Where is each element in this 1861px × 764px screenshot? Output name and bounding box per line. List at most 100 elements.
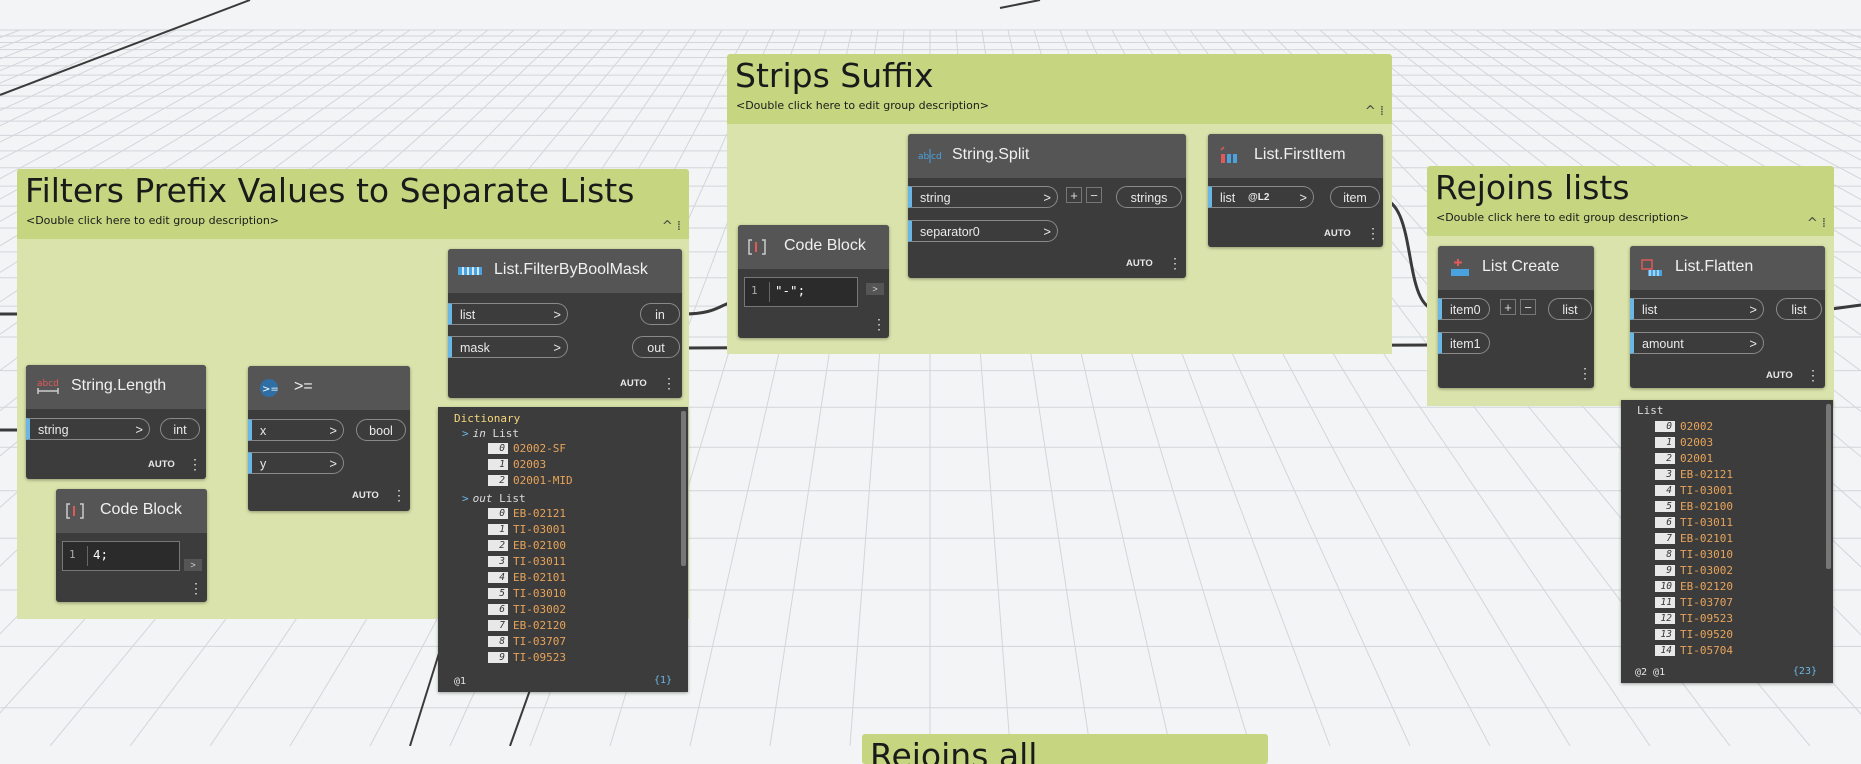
- lacing-label[interactable]: AUTO: [1324, 228, 1351, 239]
- chevron-right-icon: >: [553, 307, 561, 322]
- list-item: 3 EB-02121: [1655, 468, 1733, 482]
- output-port-int[interactable]: int: [160, 418, 200, 440]
- line-number: 1: [69, 548, 76, 561]
- group-description[interactable]: <Double click here to edit group descrip…: [26, 214, 279, 227]
- output-port-arrow[interactable]: >: [184, 559, 202, 571]
- input-port-mask[interactable]: mask >: [448, 336, 568, 358]
- input-port-list[interactable]: list >: [448, 303, 568, 325]
- preview-scrollbar[interactable]: [681, 411, 686, 566]
- more-options-icon[interactable]: ⋮: [189, 581, 203, 595]
- list-item: 2 EB-02100: [488, 539, 566, 553]
- lacing-label[interactable]: AUTO: [352, 490, 379, 501]
- node-title: String.Length: [71, 377, 167, 394]
- output-port-list[interactable]: list: [1776, 298, 1822, 320]
- node-list-flatten[interactable]: List.Flatten list > amount > list AUTO ⋮: [1630, 246, 1825, 388]
- comparison-icon: >=: [260, 379, 279, 397]
- input-port-amount[interactable]: amount >: [1630, 332, 1764, 354]
- lacing-label[interactable]: AUTO: [148, 459, 175, 470]
- node-string-split[interactable]: ab cd String.Split string > separator0 > + …: [908, 134, 1186, 278]
- input-port-list[interactable]: list >: [1630, 298, 1764, 320]
- list-item: 1 02003: [488, 458, 546, 472]
- list-item: 3 TI-03011: [488, 555, 566, 569]
- node-greater-equal[interactable]: >= >= x > y > bool AUTO ⋮: [248, 366, 410, 511]
- node-code-block-4[interactable]: Code Block 1 4; > ⋮: [56, 489, 207, 602]
- input-port-separator0[interactable]: separator0 >: [908, 220, 1058, 242]
- input-port-list[interactable]: list @L2 >: [1208, 186, 1314, 208]
- add-input-button[interactable]: +: [1500, 299, 1516, 315]
- input-port-x[interactable]: x >: [248, 419, 344, 441]
- lacing-label[interactable]: AUTO: [620, 378, 647, 389]
- output-port-strings[interactable]: strings: [1116, 186, 1182, 208]
- group-rejoins-all[interactable]: Rejoins all: [862, 734, 1268, 764]
- input-port-string[interactable]: string >: [26, 418, 150, 440]
- list-item: 12 TI-09523: [1655, 612, 1733, 626]
- svg-text:ab: ab: [918, 152, 930, 162]
- input-port-string[interactable]: string >: [908, 186, 1058, 208]
- output-port-list[interactable]: list: [1548, 298, 1592, 320]
- group-collapse-icon[interactable]: ^ ⁞: [1365, 104, 1384, 119]
- more-options-icon[interactable]: ⋮: [188, 457, 202, 471]
- output-port-bool[interactable]: bool: [356, 419, 406, 441]
- node-title: String.Split: [952, 146, 1030, 163]
- group-description[interactable]: <Double click here to edit group descrip…: [736, 99, 989, 112]
- output-port-out[interactable]: out: [632, 336, 680, 358]
- lacing-label[interactable]: AUTO: [1766, 370, 1793, 381]
- node-list-first-item[interactable]: List.FirstItem list @L2 > item AUTO ⋮: [1208, 134, 1383, 247]
- more-options-icon[interactable]: ⋮: [1578, 366, 1592, 380]
- code-editor[interactable]: 1 "-";: [744, 277, 858, 307]
- node-title: List Create: [1482, 258, 1560, 275]
- dict-key-row[interactable]: > out List: [462, 492, 526, 506]
- group-collapse-icon[interactable]: ^ ⁞: [662, 219, 681, 234]
- add-input-button[interactable]: +: [1066, 187, 1082, 203]
- node-code-block-dash[interactable]: Code Block 1 "-"; > ⋮: [738, 225, 889, 338]
- expand-chevron-icon[interactable]: >: [462, 492, 469, 505]
- list-item: 2 02001-MID: [488, 474, 573, 488]
- remove-input-button[interactable]: −: [1520, 299, 1536, 315]
- preview-header: Dictionary: [454, 412, 521, 425]
- svg-text:abcd: abcd: [37, 379, 59, 389]
- watch-preview-list[interactable]: List 0 02002 1 02003 2 02001 3 EB-02121 4 TI-0300…: [1621, 400, 1833, 683]
- input-port-item1[interactable]: item1: [1438, 332, 1490, 354]
- input-port-y[interactable]: y >: [248, 452, 344, 474]
- watch-preview-dictionary[interactable]: Dictionary > in List 0 02002-SF 1 02003 2 02001…: [438, 407, 688, 692]
- output-port-arrow[interactable]: >: [866, 283, 884, 295]
- list-level-label[interactable]: @L2: [1248, 187, 1269, 209]
- list-create-icon: [1451, 259, 1469, 276]
- list-item: 9 TI-03002: [1655, 564, 1733, 578]
- list-item: 7 EB-02120: [488, 619, 566, 633]
- lacing-label[interactable]: AUTO: [1126, 258, 1153, 269]
- dict-key-row[interactable]: > in List: [462, 427, 519, 441]
- list-item: 4 EB-02101: [488, 571, 566, 585]
- list-item: 9 TI-09523: [488, 651, 566, 665]
- list-item: 14 TI-05704: [1655, 644, 1733, 658]
- list-item: 5 EB-02100: [1655, 500, 1733, 514]
- more-options-icon[interactable]: ⋮: [1168, 256, 1182, 270]
- expand-chevron-icon[interactable]: >: [462, 427, 469, 440]
- output-port-item[interactable]: item: [1330, 186, 1380, 208]
- node-title: >=: [294, 378, 313, 395]
- more-options-icon[interactable]: ⋮: [1366, 226, 1380, 240]
- preview-count: {1}: [653, 675, 672, 686]
- node-list-create[interactable]: List Create item0 item1 + − list ⋮: [1438, 246, 1594, 388]
- remove-input-button[interactable]: −: [1086, 187, 1102, 203]
- input-port-item0[interactable]: item0: [1438, 298, 1490, 320]
- filter-list-icon: [458, 267, 482, 275]
- node-string-length[interactable]: abcd String.Length string > int AUTO ⋮: [26, 365, 206, 479]
- more-options-icon[interactable]: ⋮: [1806, 368, 1820, 382]
- more-options-icon[interactable]: ⋮: [872, 317, 886, 331]
- more-options-icon[interactable]: ⋮: [392, 488, 406, 502]
- group-collapse-icon[interactable]: ^ ⁞: [1807, 216, 1826, 231]
- preview-scrollbar[interactable]: [1826, 404, 1831, 569]
- chevron-right-icon: >: [1749, 302, 1757, 317]
- group-description[interactable]: <Double click here to edit group descrip…: [1436, 211, 1689, 224]
- string-length-icon: abcd: [37, 379, 59, 394]
- list-item: 4 TI-03001: [1655, 484, 1733, 498]
- chevron-right-icon: >: [1043, 224, 1051, 239]
- preview-level-label: @1: [454, 676, 467, 687]
- list-item: 1 TI-03001: [488, 523, 566, 537]
- code-editor[interactable]: 1 4;: [62, 541, 180, 571]
- list-item: 1 02003: [1655, 436, 1713, 450]
- output-port-in[interactable]: in: [640, 303, 680, 325]
- more-options-icon[interactable]: ⋮: [662, 376, 676, 390]
- node-filter-by-bool-mask[interactable]: List.FilterByBoolMask list > mask > in out…: [448, 249, 682, 398]
